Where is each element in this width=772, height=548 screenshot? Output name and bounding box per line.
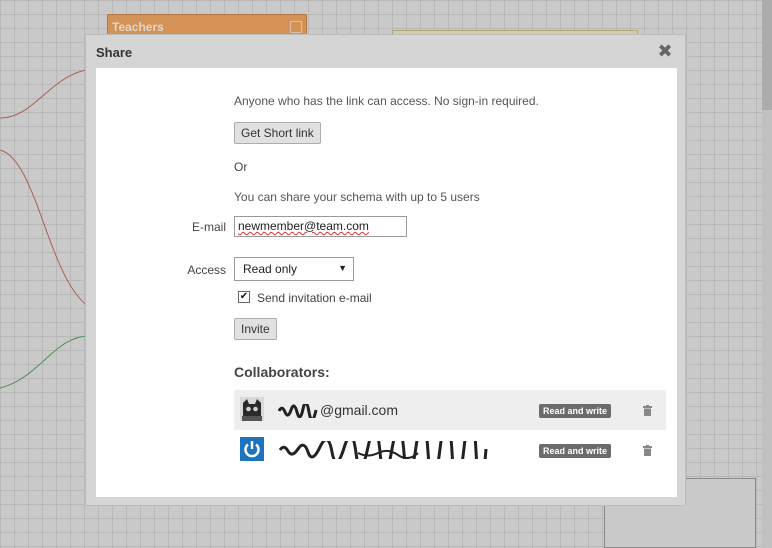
cat-avatar-icon (240, 397, 264, 421)
power-avatar-icon (240, 437, 264, 461)
email-field[interactable]: newmember@team.com (234, 216, 407, 237)
email-field-value: newmember@team.com (238, 219, 369, 233)
collaborator-row: Read and write (234, 430, 666, 470)
send-invitation-label: Send invitation e-mail (257, 291, 372, 305)
invite-button[interactable]: Invite (234, 318, 277, 340)
link-access-info: Anyone who has the link can access. No s… (234, 94, 539, 108)
email-label: E-mail (191, 220, 226, 234)
collaborators-heading: Collaborators: (234, 364, 330, 380)
permission-badge[interactable]: Read and write (539, 404, 612, 418)
dialog-body: Anyone who has the link can access. No s… (96, 68, 677, 497)
redacted-email-scribble (278, 404, 318, 418)
close-icon[interactable]: ✖ (657, 42, 673, 60)
share-users-info: You can share your schema with up to 5 u… (234, 190, 480, 204)
trash-icon[interactable] (643, 405, 652, 416)
share-dialog: Share ✖ Anyone who has the link can acce… (85, 34, 686, 506)
access-selected-value: Read only (243, 262, 298, 276)
dialog-title: Share (96, 45, 133, 60)
dropdown-arrow-icon: ▼ (338, 263, 347, 273)
or-label: Or (234, 160, 248, 174)
send-invitation-checkbox[interactable]: ✔ (238, 291, 250, 303)
access-label: Access (187, 263, 226, 277)
redacted-email-scribble (278, 441, 488, 459)
collaborator-email: @gmail.com (320, 402, 399, 418)
trash-icon[interactable] (643, 445, 652, 456)
collaborator-row: @gmail.com Read and write (234, 390, 666, 430)
access-select[interactable]: Read only ▼ (234, 257, 354, 281)
permission-badge[interactable]: Read and write (539, 444, 612, 458)
get-short-link-button[interactable]: Get Short link (234, 122, 321, 144)
